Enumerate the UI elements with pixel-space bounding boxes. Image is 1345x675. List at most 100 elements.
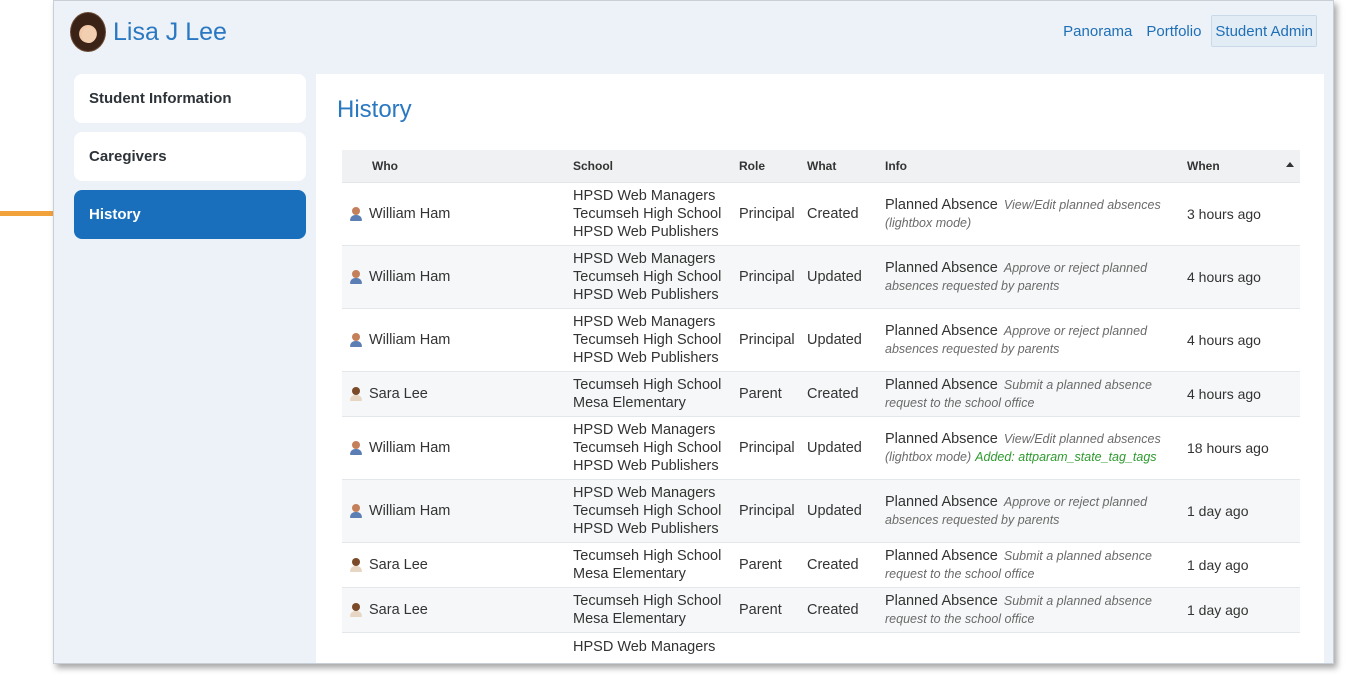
cell-school: HPSD Web Managers Tecumseh High School HPS…: [569, 307, 735, 371]
sidebar-item-student-information[interactable]: Student Information: [74, 74, 306, 123]
who-name: William Ham: [369, 439, 451, 456]
nav-panorama[interactable]: Panorama: [1059, 15, 1136, 47]
cell-role: Parent: [735, 370, 803, 416]
cell-who: William Ham: [342, 307, 569, 371]
male-user-icon: [348, 503, 364, 519]
cell-who: Sara Lee: [342, 541, 569, 587]
cell-info: Planned Absence Approve or reject planned…: [881, 307, 1183, 371]
table-row: Sara Lee Tecumseh High School Mesa Elemen…: [342, 541, 1300, 587]
cell-info: Planned Absence Approve or reject planned…: [881, 478, 1183, 542]
school-name: HPSD Web Publishers: [573, 520, 719, 537]
sidebar: Student Information Caregivers History: [74, 74, 306, 248]
col-school[interactable]: School: [569, 150, 735, 182]
table-row: William Ham HPSD Web Managers Tecumseh Hi…: [342, 478, 1300, 542]
cell-what: Updated: [803, 415, 881, 479]
cell-role: Principal: [735, 181, 803, 245]
cell-who: William Ham: [342, 478, 569, 542]
female-user-icon: [348, 602, 364, 618]
cell-what: Updated: [803, 478, 881, 542]
cell-school: HPSD Web Managers Tecumseh High School HPS…: [569, 415, 735, 479]
info-title: Planned Absence: [885, 493, 998, 510]
school-name: Mesa Elementary: [573, 565, 686, 582]
cell-when: 4 hours ago: [1183, 370, 1300, 416]
table-row: William Ham HPSD Web Managers Tecumseh Hi…: [342, 181, 1300, 245]
cell-role: Principal: [735, 307, 803, 371]
cell-school: HPSD Web Managers Tecumseh High School HPS…: [569, 478, 735, 542]
student-avatar: [70, 12, 106, 52]
top-nav: Panorama Portfolio Student Admin: [1053, 15, 1317, 47]
female-user-icon: [348, 386, 364, 402]
cell-info: Planned Absence View/Edit planned absence…: [881, 181, 1183, 245]
cell-what: [803, 631, 881, 662]
school-name: Tecumseh High School: [573, 376, 722, 393]
school-name: HPSD Web Managers: [573, 313, 716, 330]
cell-who: Sara Lee: [342, 586, 569, 632]
nav-student-admin[interactable]: Student Admin: [1211, 15, 1317, 47]
school-name: HPSD Web Publishers: [573, 223, 719, 240]
school-name: HPSD Web Publishers: [573, 349, 719, 366]
cell-when: 1 day ago: [1183, 586, 1300, 632]
male-user-icon: [348, 269, 364, 285]
col-when[interactable]: When: [1183, 150, 1300, 182]
cell-info: [881, 631, 1183, 662]
cell-who: Sara Lee: [342, 370, 569, 416]
cell-school: HPSD Web Managers Tecumseh High School HPS…: [569, 181, 735, 245]
app-window: Lisa J Lee Panorama Portfolio Student Ad…: [53, 0, 1334, 664]
school-name: Mesa Elementary: [573, 610, 686, 627]
cell-when: 4 hours ago: [1183, 307, 1300, 371]
school-name: HPSD Web Managers: [573, 187, 716, 204]
info-title: Planned Absence: [885, 322, 998, 339]
cell-role: Principal: [735, 244, 803, 308]
cell-what: Updated: [803, 307, 881, 371]
col-info[interactable]: Info: [881, 150, 1183, 182]
cell-who: William Ham: [342, 244, 569, 308]
cell-school: Tecumseh High School Mesa Elementary: [569, 586, 735, 632]
sort-ascending-icon: [1286, 162, 1294, 167]
male-user-icon: [348, 332, 364, 348]
school-name: Tecumseh High School: [573, 268, 722, 285]
cell-who: William Ham: [342, 181, 569, 245]
school-name: Tecumseh High School: [573, 205, 722, 222]
cell-when: 4 hours ago: [1183, 244, 1300, 308]
school-name: Tecumseh High School: [573, 331, 722, 348]
school-name: Tecumseh High School: [573, 502, 722, 519]
cell-info: Planned Absence View/Edit planned absence…: [881, 415, 1183, 479]
who-name: Sara Lee: [369, 601, 428, 618]
cell-what: Created: [803, 181, 881, 245]
male-user-icon: [348, 206, 364, 222]
info-title: Planned Absence: [885, 547, 998, 564]
female-user-icon: [348, 557, 364, 573]
cell-when: 1 day ago: [1183, 478, 1300, 542]
who-name: William Ham: [369, 205, 451, 222]
school-name: HPSD Web Managers: [573, 421, 716, 438]
cell-what: Updated: [803, 244, 881, 308]
who-name: William Ham: [369, 331, 451, 348]
col-role[interactable]: Role: [735, 150, 803, 182]
sidebar-item-history[interactable]: History: [74, 190, 306, 239]
nav-portfolio[interactable]: Portfolio: [1142, 15, 1205, 47]
student-name: Lisa J Lee: [113, 18, 227, 46]
cell-role: Parent: [735, 586, 803, 632]
info-added: Added: attparam_state_tag_tags: [975, 449, 1157, 464]
school-name: HPSD Web Managers: [573, 639, 716, 656]
cell-when: 1 day ago: [1183, 541, 1300, 587]
school-name: Tecumseh High School: [573, 439, 722, 456]
history-table: Who School Role What Info When William H…: [342, 150, 1300, 662]
col-who[interactable]: Who: [342, 150, 569, 182]
cell-info: Planned Absence Approve or reject planned…: [881, 244, 1183, 308]
table-row: Sara Lee Tecumseh High School Mesa Elemen…: [342, 586, 1300, 632]
cell-info: Planned Absence Submit a planned absence …: [881, 541, 1183, 587]
sidebar-item-caregivers[interactable]: Caregivers: [74, 132, 306, 181]
cell-school: Tecumseh High School Mesa Elementary: [569, 541, 735, 587]
info-title: Planned Absence: [885, 376, 998, 393]
cell-when: [1183, 631, 1300, 662]
col-what[interactable]: What: [803, 150, 881, 182]
cell-who: [342, 631, 569, 662]
cell-role: Principal: [735, 415, 803, 479]
cell-role: [735, 631, 803, 662]
school-name: Tecumseh High School: [573, 592, 722, 609]
cell-when: 3 hours ago: [1183, 181, 1300, 245]
cell-role: Parent: [735, 541, 803, 587]
school-name: HPSD Web Managers: [573, 484, 716, 501]
table-header-row: Who School Role What Info When: [342, 150, 1300, 182]
